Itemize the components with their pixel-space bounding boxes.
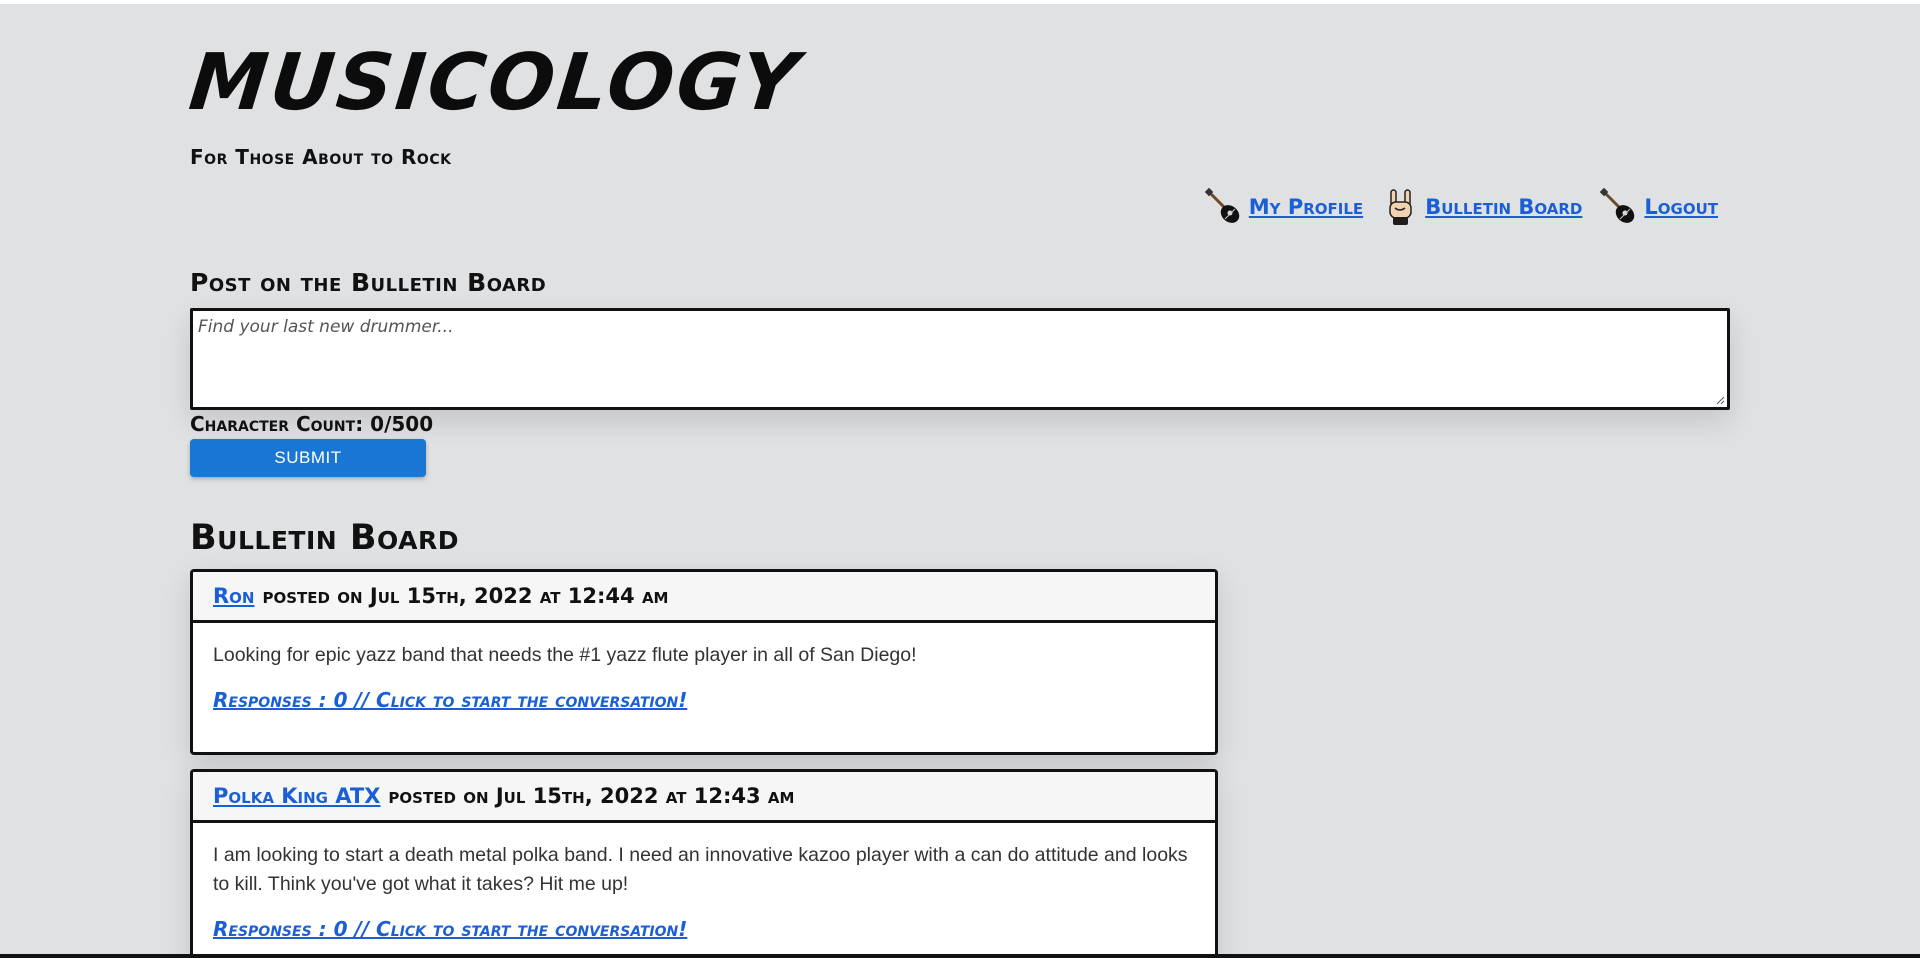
guitar-icon	[1600, 187, 1638, 226]
post-textarea[interactable]	[193, 311, 1727, 407]
post-heading: Post on the Bulletin Board	[190, 268, 547, 297]
post-message: Looking for epic yazz band that needs th…	[213, 644, 917, 666]
post-card-header: Ron posted on Jul 15th, 2022 at 12:44 am	[193, 572, 1215, 623]
nav-bulletin-board-link[interactable]: Bulletin Board	[1425, 195, 1582, 219]
post-responses-link[interactable]: Responses : 0 // Click to start the conv…	[213, 688, 687, 712]
site-title: Musicology	[185, 38, 806, 128]
post-card: Polka King ATX posted on Jul 15th, 2022 …	[190, 769, 1218, 958]
site-tagline: For Those About to Rock	[190, 145, 452, 169]
post-textarea-container	[190, 308, 1730, 410]
post-message: I am looking to start a death metal polk…	[213, 844, 1188, 895]
character-count: Character Count: 0/500	[190, 412, 434, 436]
bulletin-board-heading: Bulletin Board	[190, 518, 459, 558]
nav-logout-link[interactable]: Logout	[1644, 195, 1718, 219]
top-band	[0, 0, 1920, 4]
post-meta: posted on Jul 15th, 2022 at 12:43 am	[388, 784, 795, 808]
post-card: Ron posted on Jul 15th, 2022 at 12:44 am…	[190, 569, 1218, 755]
nav-my-profile-link[interactable]: My Profile	[1249, 195, 1363, 219]
post-card-body: I am looking to start a death metal polk…	[193, 823, 1215, 958]
post-meta: posted on Jul 15th, 2022 at 12:44 am	[262, 584, 669, 608]
post-responses-link[interactable]: Responses : 0 // Click to start the conv…	[213, 917, 687, 941]
post-author-link[interactable]: Polka King ATX	[213, 784, 380, 808]
submit-button[interactable]: SUBMIT	[190, 439, 426, 477]
main-nav: My Profile Bulletin Board Logout	[1204, 187, 1730, 226]
post-card-body: Looking for epic yazz band that needs th…	[193, 623, 1215, 730]
rock-hand-icon	[1381, 188, 1419, 226]
resize-handle-icon[interactable]	[1715, 395, 1725, 405]
guitar-icon	[1204, 187, 1243, 226]
post-card-header: Polka King ATX posted on Jul 15th, 2022 …	[193, 772, 1215, 823]
window-bottom-edge	[0, 954, 1920, 958]
post-author-link[interactable]: Ron	[213, 584, 254, 608]
